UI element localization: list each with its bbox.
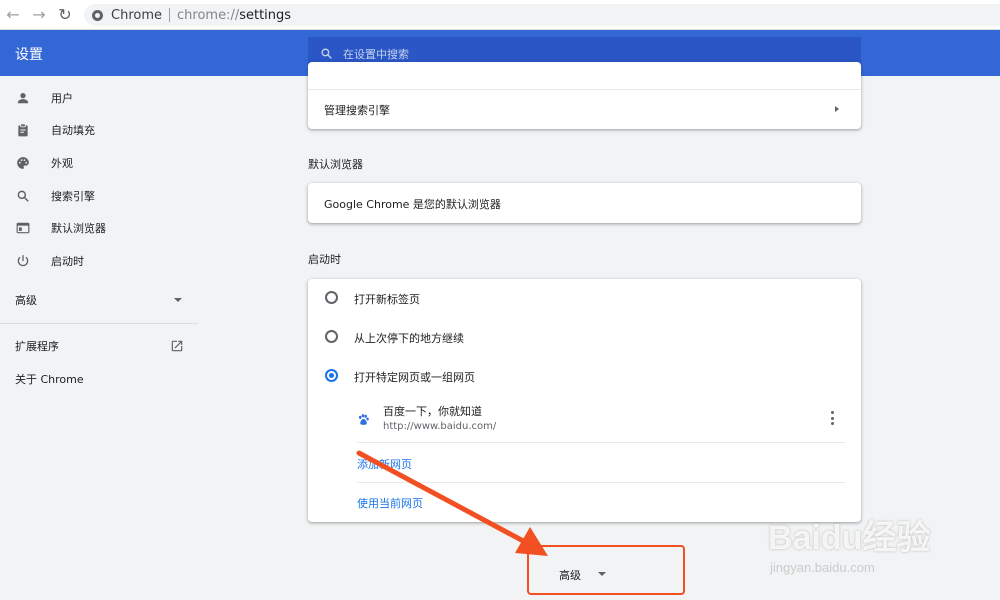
startup-page-row: 百度一下，你就知道 http://www.baidu.com/ (357, 399, 845, 443)
sidebar-item-about[interactable]: 关于 Chrome (0, 365, 198, 393)
radio-new-tab[interactable] (325, 291, 338, 304)
search-placeholder: 在设置中搜索 (343, 47, 409, 61)
highlight-box (527, 545, 685, 595)
section-title-default-browser: 默认浏览器 (308, 158, 363, 171)
sidebar-item-search-engine[interactable]: 搜索引擎 (0, 182, 198, 210)
omnibox-divider (169, 8, 170, 22)
clipboard-icon (15, 122, 31, 138)
browser-icon (15, 220, 31, 236)
palette-icon (15, 155, 31, 171)
sidebar: 用户 自动填充 外观 搜索引擎 默认浏览器 启动时 高级 扩展程序 关于 Chr… (0, 76, 198, 600)
sidebar-item-label: 默认浏览器 (51, 222, 106, 235)
sidebar-item-label: 启动时 (51, 255, 84, 268)
more-vert-icon[interactable] (830, 411, 834, 425)
chevron-right-icon[interactable] (835, 106, 839, 112)
default-browser-text: Google Chrome 是您的默认浏览器 (324, 198, 501, 211)
person-icon (15, 90, 31, 106)
open-in-new-icon (170, 339, 184, 356)
radio-specific-pages[interactable] (325, 369, 338, 382)
sidebar-item-label: 自动填充 (51, 124, 95, 137)
search-icon (15, 188, 31, 204)
baidu-paw-icon (357, 411, 370, 425)
sidebar-item-appearance[interactable]: 外观 (0, 149, 198, 177)
link-divider (357, 482, 845, 483)
arrow-left-icon[interactable]: ← (0, 0, 26, 30)
site-title: 百度一下，你就知道 (383, 405, 482, 418)
sidebar-item-autofill[interactable]: 自动填充 (0, 116, 198, 144)
address-bar[interactable]: Chrome chrome://settings (84, 4, 1000, 26)
power-icon (15, 253, 31, 269)
sidebar-item-label: 关于 Chrome (15, 373, 84, 386)
site-url: http://www.baidu.com/ (383, 421, 497, 432)
sidebar-item-user[interactable]: 用户 (0, 84, 198, 112)
sidebar-item-advanced[interactable]: 高级 (0, 286, 198, 314)
reload-icon[interactable]: ↻ (52, 0, 78, 30)
sidebar-item-label: 搜索引擎 (51, 190, 95, 203)
watermark-text: Baidu经验 (768, 519, 931, 557)
card-divider (308, 89, 861, 90)
radio-label[interactable]: 从上次停下的地方继续 (354, 330, 464, 346)
browser-toolbar: ← → ↻ Chrome chrome://settings (0, 0, 1000, 30)
sidebar-divider (0, 323, 198, 324)
use-current-pages-link[interactable]: 使用当前网页 (357, 495, 423, 511)
chrome-icon (92, 9, 103, 21)
radio-continue[interactable] (325, 330, 338, 343)
search-icon (321, 48, 332, 59)
sidebar-item-on-startup[interactable]: 启动时 (0, 247, 198, 275)
default-browser-card: Google Chrome 是您的默认浏览器 (308, 183, 861, 223)
radio-label[interactable]: 打开新标签页 (354, 291, 420, 307)
sidebar-item-label: 外观 (51, 157, 73, 170)
sidebar-item-label: 高级 (15, 294, 37, 307)
sidebar-item-label: 扩展程序 (15, 340, 59, 353)
radio-label[interactable]: 打开特定网页或一组网页 (354, 369, 475, 385)
sidebar-item-label: 用户 (51, 92, 73, 105)
page-title: 设置 (15, 47, 43, 63)
arrow-right-icon[interactable]: → (26, 0, 52, 30)
baidu-watermark: Baidu经验 jingyan.baidu.com (768, 510, 978, 590)
sidebar-item-default-browser[interactable]: 默认浏览器 (0, 214, 198, 242)
on-startup-card: 打开新标签页 从上次停下的地方继续 打开特定网页或一组网页 百度一下，你就知道 … (308, 279, 861, 522)
sidebar-item-extensions[interactable]: 扩展程序 (0, 332, 198, 360)
section-title-on-startup: 启动时 (308, 253, 341, 266)
url-text: chrome://settings (177, 7, 292, 23)
site-name: Chrome (111, 7, 162, 23)
manage-search-engines-label[interactable]: 管理搜索引擎 (324, 102, 390, 118)
add-page-link[interactable]: 添加新网页 (357, 456, 412, 472)
watermark-sub: jingyan.baidu.com (770, 560, 875, 575)
caret-down-icon (174, 298, 182, 302)
search-engine-card: 管理搜索引擎 (308, 62, 861, 129)
